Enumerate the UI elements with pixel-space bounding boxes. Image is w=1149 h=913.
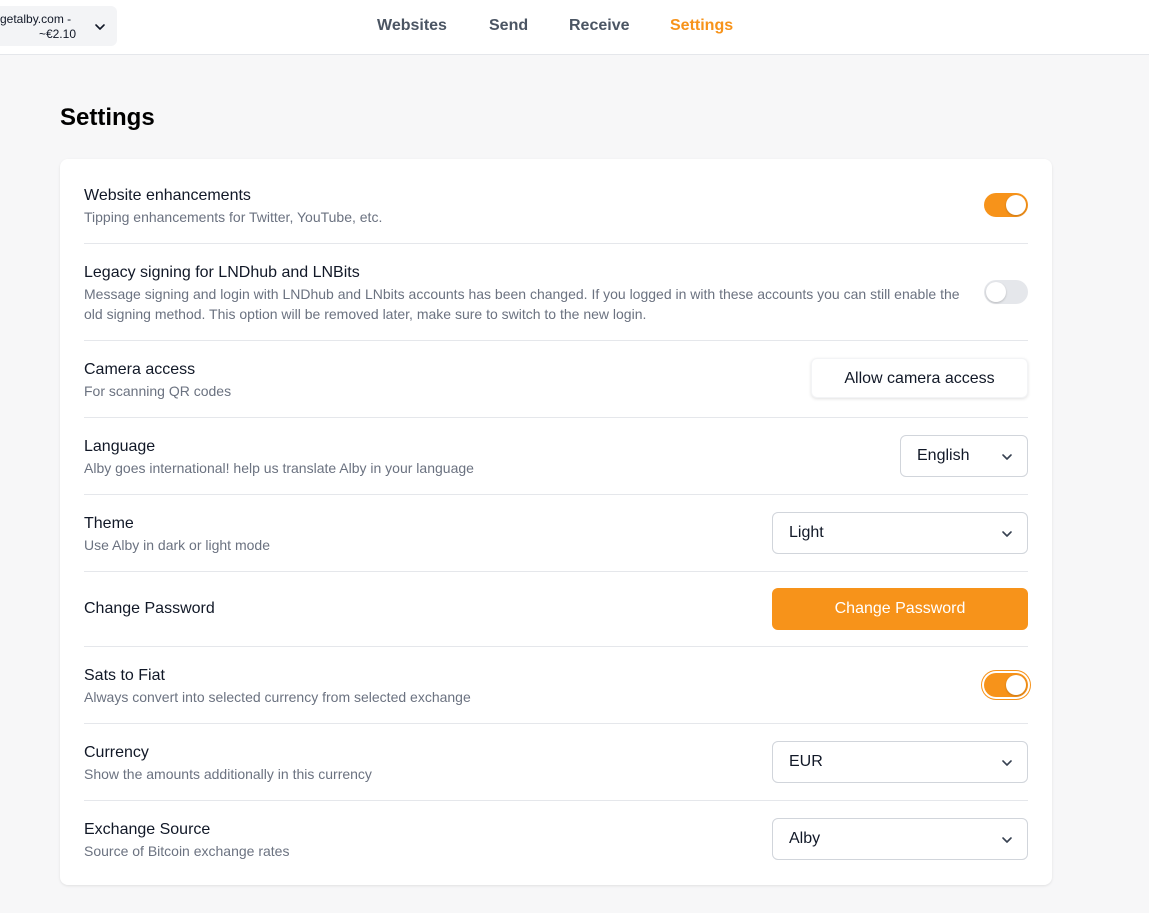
setting-description: Message signing and login with LNDhub an… <box>84 286 960 322</box>
select-value: Alby <box>789 830 821 847</box>
setting-description: For scanning QR codes <box>84 383 232 399</box>
setting-website-enhancements: Website enhancements Tipping enhancement… <box>84 159 1028 244</box>
nav-settings[interactable]: Settings <box>670 17 733 37</box>
nav-send[interactable]: Send <box>489 17 528 37</box>
setting-title: Theme <box>84 515 134 532</box>
theme-select[interactable]: Light <box>772 512 1028 554</box>
setting-description: Tipping enhancements for Twitter, YouTub… <box>84 209 383 225</box>
setting-description: Source of Bitcoin exchange rates <box>84 843 290 859</box>
account-switcher[interactable]: getalby.com - ~€2.10 <box>0 6 117 46</box>
select-value: English <box>917 447 970 464</box>
setting-title: Sats to Fiat <box>84 667 165 684</box>
setting-language: Language Alby goes international! help u… <box>84 418 1028 495</box>
setting-exchange-source: Exchange Source Source of Bitcoin exchan… <box>84 801 1028 885</box>
chevron-down-icon <box>1002 454 1012 460</box>
nav-websites[interactable]: Websites <box>377 17 447 37</box>
setting-description: Always convert into selected currency fr… <box>84 689 471 705</box>
setting-title: Camera access <box>84 361 196 378</box>
setting-camera-access: Camera access For scanning QR codes Allo… <box>84 341 1028 418</box>
toggle-knob <box>986 282 1006 302</box>
setting-title: Language <box>84 438 156 455</box>
settings-card: Website enhancements Tipping enhancement… <box>60 159 1052 885</box>
setting-title: Change Password <box>84 600 215 617</box>
toggle-knob <box>1006 675 1026 695</box>
chevron-down-icon <box>95 24 105 30</box>
account-balance: ~€2.10 <box>38 27 76 41</box>
setting-title: Website enhancements <box>84 187 251 204</box>
nav-receive[interactable]: Receive <box>569 17 630 37</box>
change-password-button[interactable]: Change Password <box>772 588 1028 630</box>
select-value: EUR <box>789 753 823 770</box>
setting-title: Exchange Source <box>84 821 211 838</box>
account-name: getalby.com - <box>0 12 72 26</box>
setting-change-password: Change Password Change Password <box>84 572 1028 647</box>
allow-camera-access-button[interactable]: Allow camera access <box>811 358 1028 398</box>
setting-theme: Theme Use Alby in dark or light mode Lig… <box>84 495 1028 572</box>
setting-title: Currency <box>84 744 149 761</box>
setting-description: Alby goes international! help us transla… <box>84 460 474 476</box>
setting-title: Legacy signing for LNDhub and LNBits <box>84 264 360 281</box>
top-navigation-bar: getalby.com - ~€2.10 Websites Send Recei… <box>0 0 1149 55</box>
language-select[interactable]: English <box>900 435 1028 477</box>
chevron-down-icon <box>1002 531 1012 537</box>
legacy-signing-toggle[interactable] <box>984 280 1028 304</box>
setting-legacy-signing: Legacy signing for LNDhub and LNBits Mes… <box>84 244 1028 341</box>
toggle-knob <box>1006 195 1026 215</box>
select-value: Light <box>789 524 824 541</box>
chevron-down-icon <box>1002 760 1012 766</box>
chevron-down-icon <box>1002 837 1012 843</box>
page-title: Settings <box>60 104 155 131</box>
sats-to-fiat-toggle[interactable] <box>984 673 1028 697</box>
setting-description: Show the amounts additionally in this cu… <box>84 766 372 782</box>
setting-description: Use Alby in dark or light mode <box>84 537 270 553</box>
currency-select[interactable]: EUR <box>772 741 1028 783</box>
setting-sats-to-fiat: Sats to Fiat Always convert into selecte… <box>84 647 1028 724</box>
setting-currency: Currency Show the amounts additionally i… <box>84 724 1028 801</box>
website-enhancements-toggle[interactable] <box>984 193 1028 217</box>
exchange-source-select[interactable]: Alby <box>772 818 1028 860</box>
